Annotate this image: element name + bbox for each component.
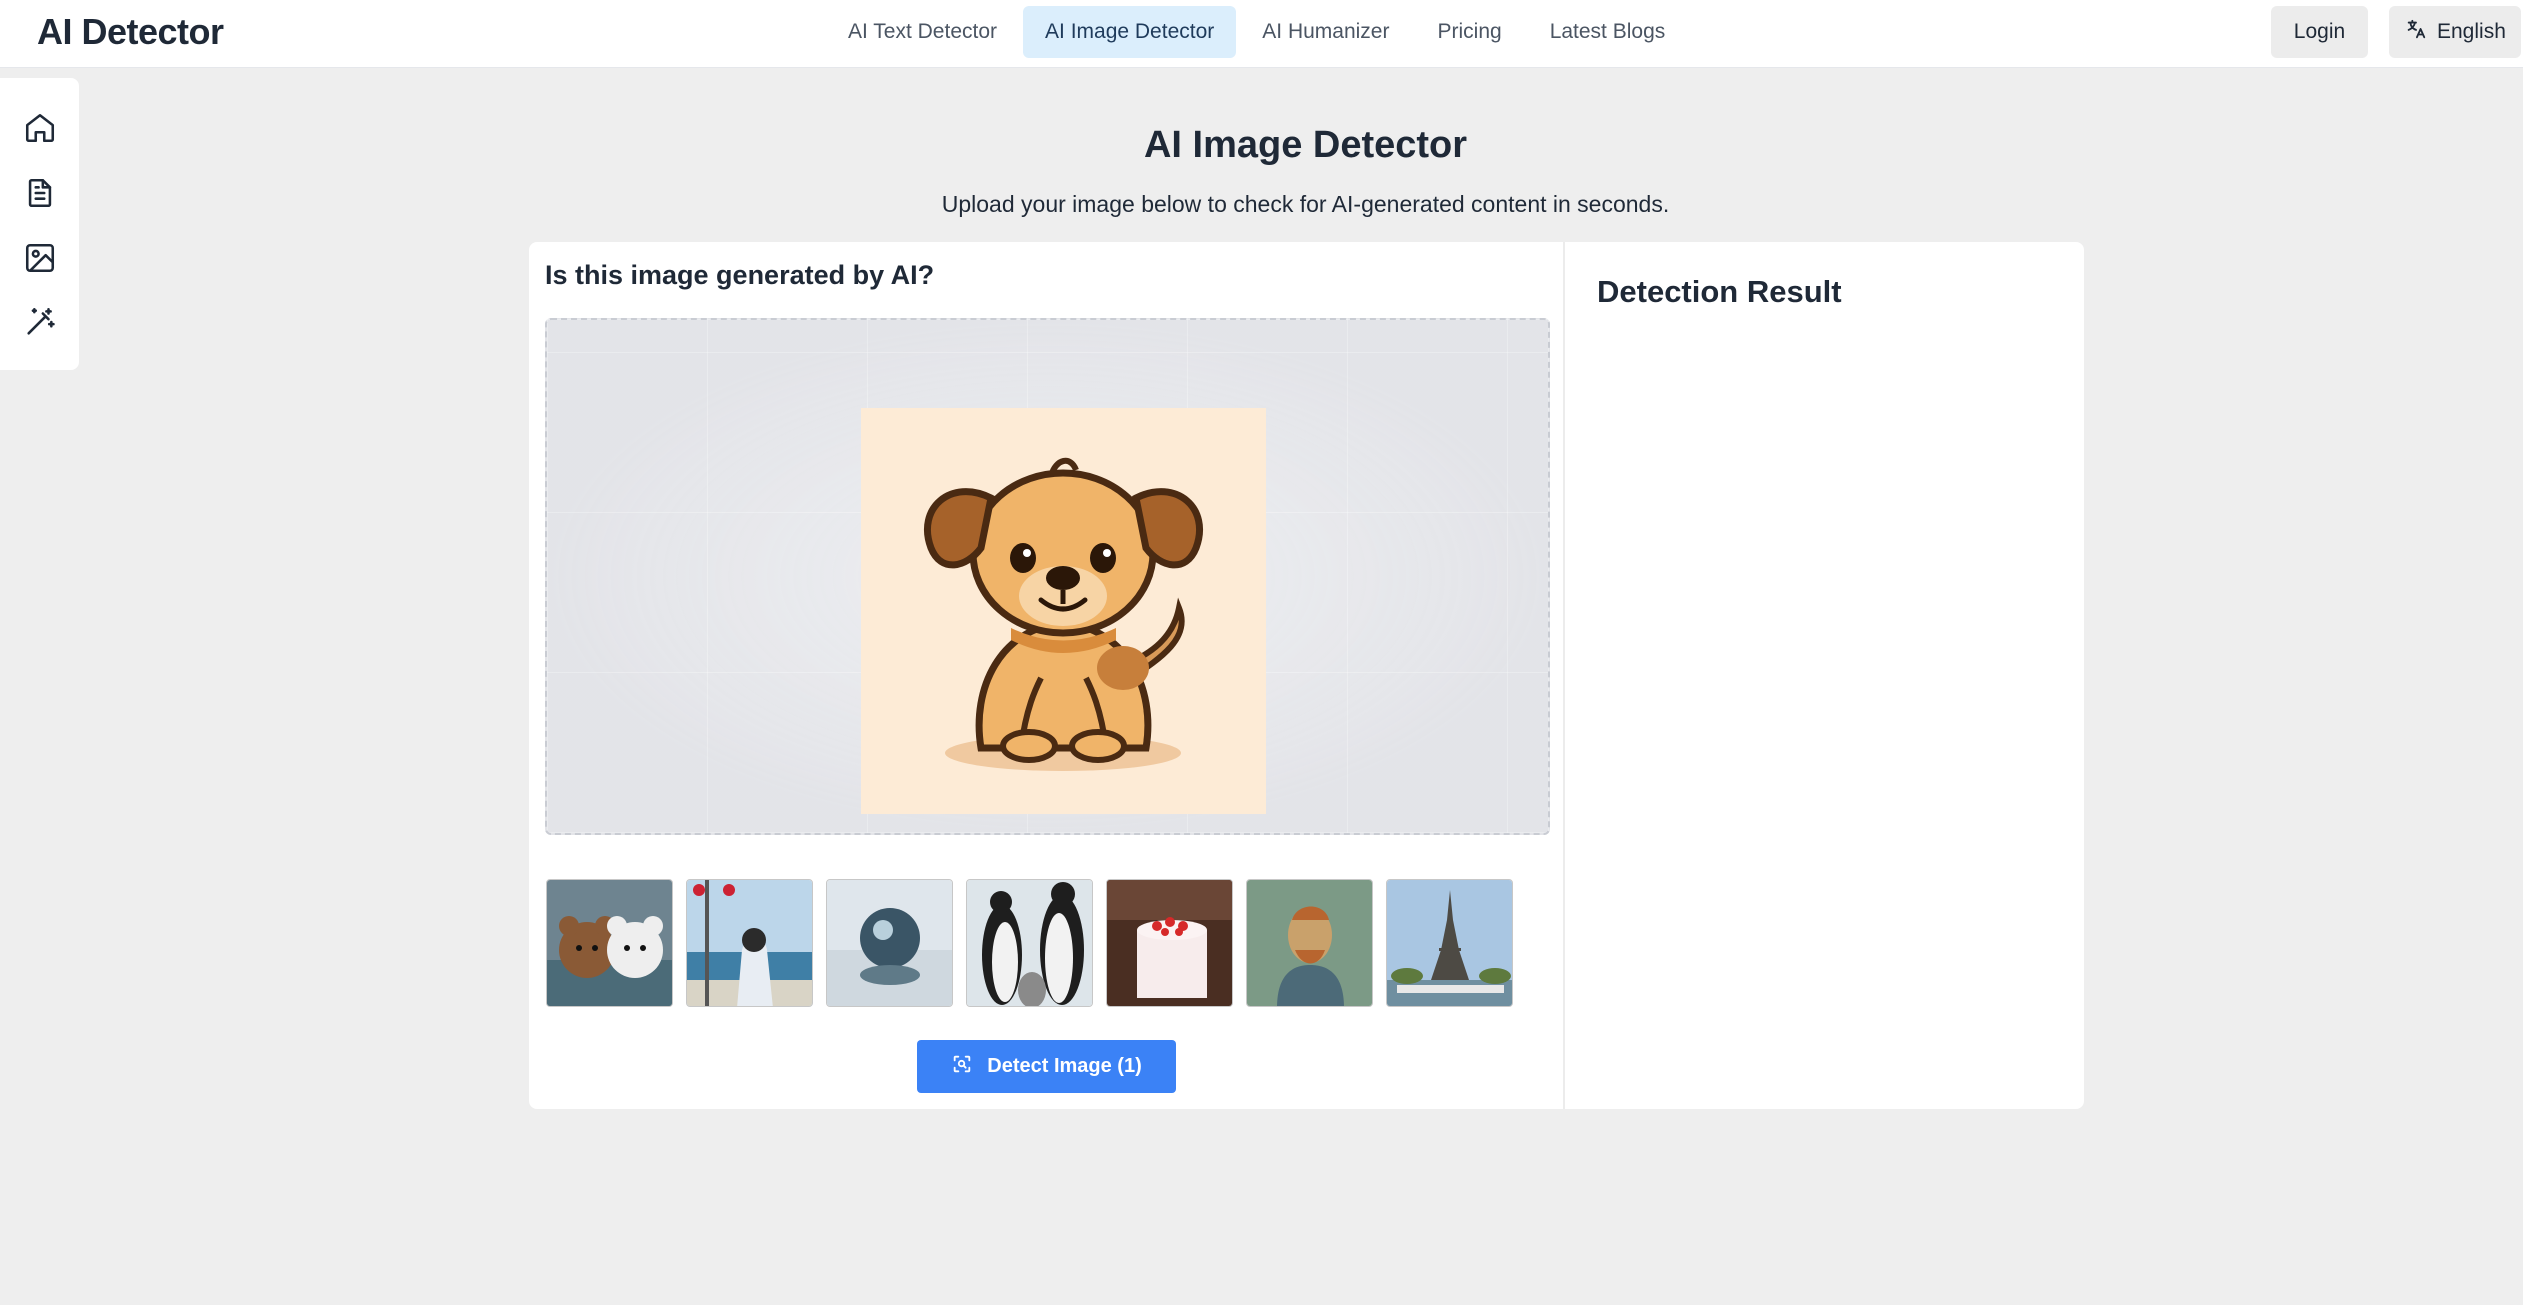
sample-thumbnail[interactable] <box>966 879 1093 1007</box>
scan-icon <box>951 1053 973 1081</box>
nav-pricing[interactable]: Pricing <box>1415 6 1523 58</box>
detect-image-button[interactable]: Detect Image (1) <box>917 1040 1176 1093</box>
nav-ai-humanizer[interactable]: AI Humanizer <box>1240 6 1411 58</box>
uploaded-image-preview <box>861 408 1266 814</box>
login-button[interactable]: Login <box>2271 6 2368 58</box>
image-icon[interactable] <box>23 241 57 275</box>
brand-logo[interactable]: AI Detector <box>37 10 224 54</box>
main-nav: AI Text Detector AI Image Detector AI Hu… <box>826 6 1691 58</box>
magic-wand-icon[interactable] <box>23 305 57 339</box>
sample-thumbnail[interactable] <box>1106 879 1233 1007</box>
detector-card: Is this image generated by AI? Detect Im… <box>529 242 2084 1109</box>
sample-thumbnail[interactable] <box>686 879 813 1007</box>
image-dropzone[interactable] <box>545 318 1550 835</box>
sample-thumbnails <box>546 879 1513 1007</box>
nav-ai-image-detector[interactable]: AI Image Detector <box>1023 6 1237 58</box>
sample-thumbnail[interactable] <box>1386 879 1513 1007</box>
translate-icon <box>2405 18 2427 46</box>
sample-thumbnail[interactable] <box>826 879 953 1007</box>
language-label: English <box>2437 20 2506 43</box>
nav-ai-text-detector[interactable]: AI Text Detector <box>826 6 1019 58</box>
page-subtitle: Upload your image below to check for AI-… <box>941 191 1670 217</box>
panel-divider <box>1563 242 1565 1109</box>
language-button[interactable]: English <box>2389 6 2521 58</box>
nav-latest-blogs[interactable]: Latest Blogs <box>1528 6 1688 58</box>
page-title: AI Image Detector <box>1143 124 1468 166</box>
sample-thumbnail[interactable] <box>1246 879 1373 1007</box>
detection-result-title: Detection Result <box>1597 274 1842 309</box>
sample-thumbnail[interactable] <box>546 879 673 1007</box>
upload-heading: Is this image generated by AI? <box>545 260 935 290</box>
detect-button-label: Detect Image (1) <box>987 1055 1142 1077</box>
top-navbar: AI Detector AI Text Detector AI Image De… <box>0 0 2523 68</box>
